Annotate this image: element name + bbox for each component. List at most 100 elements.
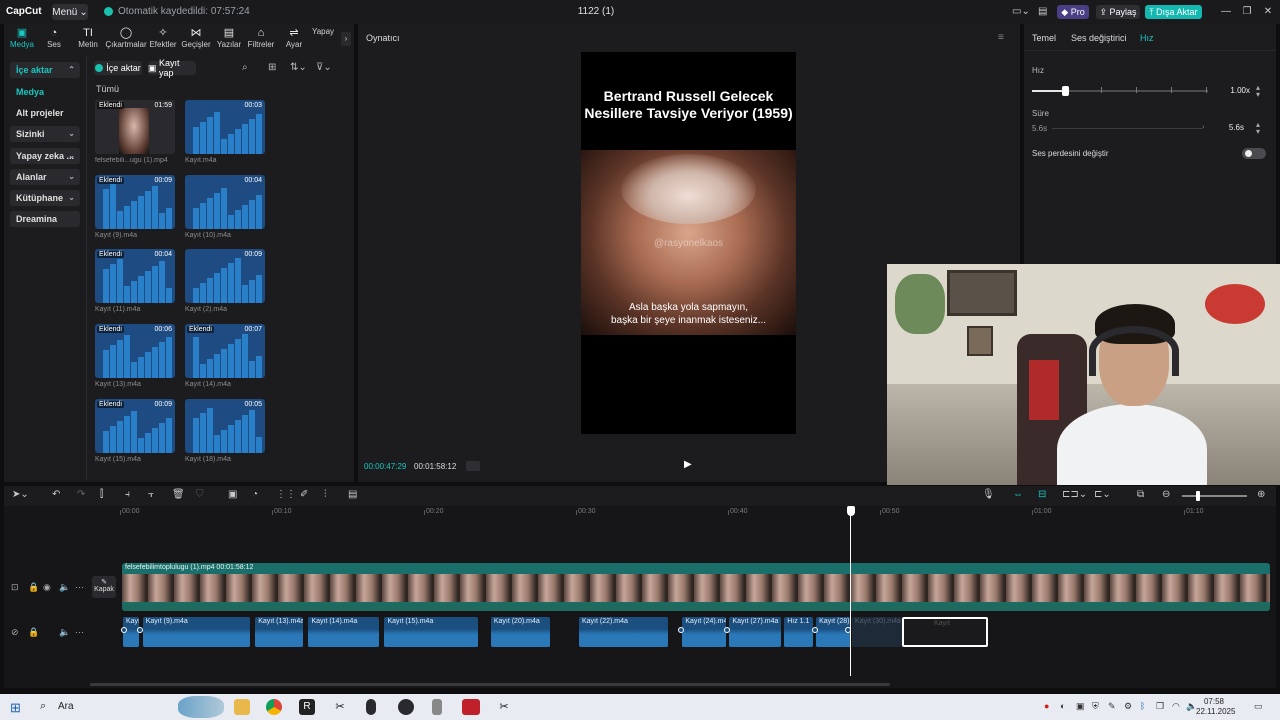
zoom-out-icon[interactable]: ⊖ [1162, 489, 1170, 500]
track-visibility-icon[interactable]: ⊡ [11, 582, 19, 593]
r-app-icon[interactable]: R [299, 699, 315, 715]
tab-stickers[interactable]: ◯ Çıkartmalar [104, 27, 148, 49]
trim-left-icon[interactable]: ⫞ [125, 489, 130, 500]
media-item[interactable]: Eklendi 00:04 [95, 249, 175, 303]
speaker-icon[interactable]: 🔈 [59, 582, 70, 593]
keyframe-marker[interactable] [121, 627, 127, 633]
keyframe-marker[interactable] [137, 627, 143, 633]
audio-clip[interactable]: Kayıt (15).m4a [384, 617, 479, 647]
video-preview[interactable]: Bertrand Russell Gelecek Nesillere Tavsi… [581, 52, 796, 434]
microphone-icon[interactable]: 🎙 [982, 489, 995, 500]
tray-app-icon[interactable]: ⚙ [1124, 701, 1132, 712]
tab-transitions[interactable]: ⋈ Geçişler [180, 27, 212, 49]
adjust-tool-icon[interactable]: ⋮⋮ [276, 489, 296, 500]
speaker-icon[interactable]: 🔈 [59, 627, 70, 638]
play-button[interactable]: ▶ [684, 459, 692, 470]
menu-icon[interactable]: ≡ [998, 32, 1004, 43]
speed-value-input[interactable]: 1.00x [1212, 84, 1250, 98]
share-button[interactable]: ⇪ Paylaş [1096, 5, 1140, 19]
search-icon[interactable]: ⌕ [242, 62, 248, 73]
timecode-icon[interactable] [466, 461, 480, 471]
audio-clip[interactable]: Kayıt (27).m4a [729, 617, 781, 647]
tab-captions[interactable]: ▤ Yazılar [214, 27, 244, 49]
nav-subprojects[interactable]: Alt projeler [10, 105, 80, 121]
link-icon[interactable]: ⇔ [1013, 489, 1023, 500]
media-item[interactable]: Eklendi 00:09 [95, 399, 175, 453]
record-button[interactable]: ▣ Kayıt yap [148, 58, 196, 78]
tray-app-icon[interactable]: ◐ [1060, 701, 1065, 711]
select-tool-icon[interactable]: ➤⌄ [12, 489, 29, 500]
tab-basic[interactable]: Temel [1032, 33, 1056, 43]
audio-clip-selected[interactable]: Kayıt [902, 617, 988, 647]
tray-app-icon[interactable]: ❒ [1156, 701, 1164, 712]
chrome-icon[interactable] [266, 699, 282, 715]
layout-icon[interactable]: ▭⌄ [1012, 6, 1030, 17]
video-clip[interactable]: felsefebilimtoplulugu (1).mp4 00:01:58:1… [122, 563, 1270, 611]
duration-value-input[interactable]: 5.6s [1212, 121, 1244, 135]
magic-icon[interactable]: ✐ [300, 489, 308, 500]
trim-right-icon[interactable]: ⫟ [148, 489, 154, 500]
windows-start-icon[interactable]: ⊞ [10, 700, 21, 716]
shield-icon[interactable]: ⛉ [196, 489, 204, 500]
mic-app-icon[interactable] [432, 699, 442, 715]
audio-track-icon[interactable]: ⊘ [11, 627, 19, 638]
tray-app-icon[interactable]: ⛨ [1092, 701, 1099, 712]
media-item[interactable]: 00:09 [185, 249, 265, 303]
keyframe-marker[interactable] [678, 627, 684, 633]
audio-clip[interactable]: Kayıt (14).m4a [308, 617, 380, 647]
eye-icon[interactable]: ◉ [43, 582, 51, 593]
voice-app-icon[interactable] [462, 699, 480, 715]
filter-icon[interactable]: ⊽⌄ [316, 62, 332, 73]
split-icon[interactable]: ⫿ [100, 489, 103, 500]
tab-voice-changer[interactable]: Ses değiştirici [1071, 33, 1127, 43]
audio-clip[interactable]: Kayıt (9).m4a [142, 617, 251, 647]
tray-app-icon[interactable]: ▣ [1076, 701, 1085, 712]
grid-view-icon[interactable]: ⊞ [268, 62, 276, 73]
notification-icon[interactable]: ▭ [1254, 701, 1263, 712]
file-explorer-icon[interactable] [234, 699, 250, 715]
stepper-icon[interactable]: ▴ ▾ [1256, 121, 1260, 136]
audio-clip[interactable]: Kayıt (24).m4a [682, 617, 726, 647]
media-item[interactable]: Eklendi 00:07 [185, 324, 265, 378]
tab-media[interactable]: ▣ Medya [8, 27, 36, 49]
wifi-icon[interactable]: ◠ [1172, 701, 1180, 712]
speed-icon[interactable]: ◔ [252, 489, 258, 500]
more-icon[interactable]: ⋯ [75, 627, 84, 638]
zoom-slider[interactable] [1182, 495, 1247, 497]
nav-media[interactable]: Medya [10, 84, 80, 100]
playhead[interactable] [850, 506, 851, 676]
shortcuts-icon[interactable]: ▤ [1038, 6, 1047, 17]
nav-yours[interactable]: Sizinki ⌄ [10, 126, 80, 142]
zoom-slider-handle[interactable] [1196, 491, 1200, 501]
tab-adjust[interactable]: ⇌ Ayar [282, 27, 306, 49]
keyframe-marker[interactable] [812, 627, 818, 633]
audio-clip[interactable]: Hız 1.1 [784, 617, 813, 647]
caption-tool-icon[interactable]: ▤ [348, 489, 357, 500]
close-button[interactable]: ✕ [1261, 5, 1275, 19]
chevron-right-icon[interactable]: › [341, 32, 351, 46]
bluetooth-icon[interactable]: ᛒ [1140, 701, 1145, 711]
snap-icon[interactable]: ⊏⊐⌄ [1062, 489, 1087, 500]
zoom-in-icon[interactable]: ⊕ [1257, 489, 1265, 500]
pro-button[interactable]: ◆ Pro [1057, 5, 1089, 19]
stepper-icon[interactable]: ▴ ▾ [1256, 84, 1260, 99]
record-tray-icon[interactable]: ● [1044, 701, 1049, 711]
undo-icon[interactable]: ↶ [52, 489, 60, 500]
redo-icon[interactable]: ↷ [77, 489, 85, 500]
playhead-handle[interactable] [847, 506, 855, 516]
nav-dreamina[interactable]: Dreamina [10, 211, 80, 227]
capcut-icon[interactable]: ✂ [496, 699, 512, 715]
audio-clip[interactable]: Kayıt (20).m4a [490, 617, 550, 647]
media-item[interactable]: 00:05 [185, 399, 265, 453]
lock-icon[interactable]: 🔒 [28, 582, 39, 593]
nav-ai[interactable]: Yapay zeka ... ⌄ [10, 148, 80, 164]
preview-axis-icon[interactable]: ⊏⌄ [1094, 489, 1111, 500]
nav-spaces[interactable]: Alanlar ⌄ [10, 169, 80, 185]
media-item[interactable]: Eklendi 00:06 [95, 324, 175, 378]
audio-clip[interactable]: Kayıt (13).m4a [255, 617, 304, 647]
tray-app-icon[interactable]: ✎ [1108, 701, 1116, 712]
media-item[interactable]: Eklendi 01:59 [95, 100, 175, 154]
obs-icon[interactable] [398, 699, 414, 715]
tab-audio[interactable]: ◔ Ses [42, 27, 66, 49]
media-item[interactable]: 00:03 [185, 100, 265, 154]
